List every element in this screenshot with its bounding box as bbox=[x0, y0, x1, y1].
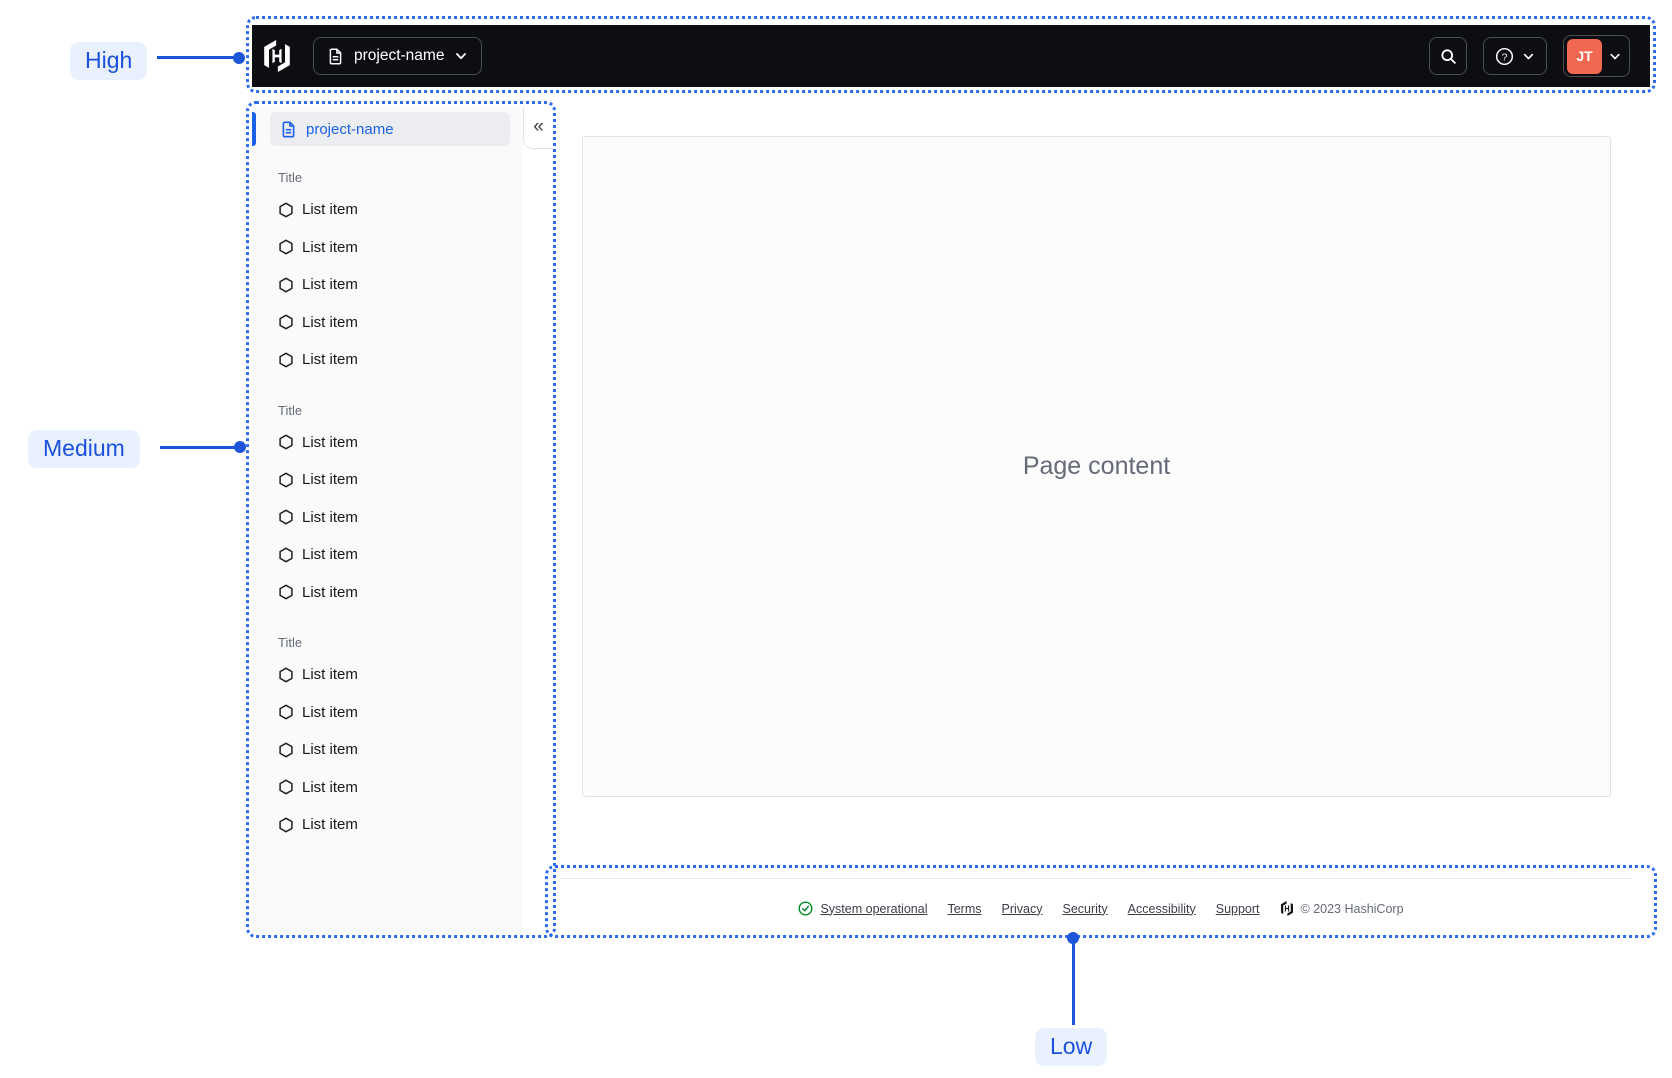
check-circle-icon bbox=[798, 901, 813, 916]
user-avatar: JT bbox=[1567, 38, 1602, 74]
sidebar-item[interactable]: List item bbox=[278, 304, 513, 342]
sidebar-item-label: List item bbox=[302, 666, 358, 684]
sidebar-section-title: Title bbox=[278, 402, 303, 418]
sidebar-item[interactable]: List item bbox=[278, 656, 513, 694]
sidebar-item-label: List item bbox=[302, 471, 358, 489]
hexagon-icon bbox=[279, 817, 293, 833]
navbar-right-group: ? JT bbox=[1429, 35, 1630, 77]
sidebar-item[interactable]: List item bbox=[278, 769, 513, 807]
footer-link[interactable]: Support bbox=[1216, 902, 1260, 916]
page-content-placeholder: Page content bbox=[582, 136, 1611, 797]
svg-text:?: ? bbox=[1502, 51, 1508, 63]
hexagon-icon bbox=[279, 202, 293, 218]
search-icon bbox=[1440, 48, 1456, 64]
hexagon-icon bbox=[279, 239, 293, 255]
sidebar-item[interactable]: List item bbox=[278, 806, 513, 844]
sidebar-item-label: List item bbox=[302, 276, 358, 294]
annotation-dot-high bbox=[233, 52, 245, 64]
sidebar-header: project-name bbox=[252, 107, 523, 146]
sidebar-item-label: List item bbox=[302, 546, 358, 564]
footer-copyright: © 2023 HashiCorp bbox=[1280, 901, 1404, 916]
status-link[interactable]: System operational bbox=[798, 901, 927, 916]
sidebar-item-label: List item bbox=[302, 433, 358, 451]
hexagon-icon bbox=[279, 547, 293, 563]
project-switcher-button[interactable]: project-name bbox=[313, 37, 483, 75]
chevron-down-icon bbox=[456, 53, 467, 60]
hashicorp-logo-icon bbox=[1280, 901, 1293, 916]
footer-link[interactable]: Privacy bbox=[1002, 902, 1043, 916]
hexagon-icon bbox=[279, 742, 293, 758]
annotation-connector-medium bbox=[160, 446, 238, 449]
hexagon-icon bbox=[279, 509, 293, 525]
annotation-connector-low bbox=[1072, 941, 1075, 1025]
sidebar-item[interactable]: List item bbox=[278, 341, 513, 379]
help-menu-button[interactable]: ? bbox=[1483, 37, 1547, 75]
hexagon-icon bbox=[279, 779, 293, 795]
status-label: System operational bbox=[820, 901, 928, 916]
sidebar-item[interactable]: List item bbox=[278, 229, 513, 267]
chevron-down-icon bbox=[1610, 53, 1620, 59]
search-button[interactable] bbox=[1429, 37, 1467, 75]
sidebar-item-label: List item bbox=[302, 201, 358, 219]
sidebar-nav: Title List item List item List item List ite… bbox=[252, 170, 523, 844]
sidebar-item-label: List item bbox=[302, 351, 358, 369]
page-content-label: Page content bbox=[1022, 452, 1171, 480]
sidebar-item[interactable]: List item bbox=[278, 731, 513, 769]
sidebar-item[interactable]: List item bbox=[278, 461, 513, 499]
user-menu-button[interactable]: JT bbox=[1563, 35, 1630, 77]
sidebar-collapse-button[interactable]: « bbox=[533, 117, 544, 139]
sidebar-item-label: List item bbox=[302, 238, 358, 256]
sidebar-item-label: List item bbox=[302, 816, 358, 834]
sidebar-project-label: project-name bbox=[306, 120, 394, 138]
hexagon-icon bbox=[279, 472, 293, 488]
hashicorp-logo-icon bbox=[264, 40, 290, 72]
hexagon-icon bbox=[279, 584, 293, 600]
annotation-connector-high bbox=[157, 56, 237, 59]
document-icon bbox=[329, 48, 342, 64]
annotation-dot-low bbox=[1067, 932, 1079, 944]
footer-links-row: System operational Terms Privacy Security A… bbox=[545, 879, 1657, 938]
footer-link[interactable]: Accessibility bbox=[1128, 902, 1196, 916]
hexagon-icon bbox=[279, 434, 293, 450]
sidebar-item[interactable]: List item bbox=[278, 574, 513, 612]
sidebar-section-title: Title bbox=[278, 170, 303, 185]
sidebar-item-label: List item bbox=[302, 703, 358, 721]
footer-link[interactable]: Terms bbox=[947, 902, 981, 916]
sidebar: project-name Title List item List item List… bbox=[252, 107, 523, 933]
annotation-dot-medium bbox=[234, 441, 246, 453]
annotation-label-low: Low bbox=[1035, 1028, 1108, 1066]
hexagon-icon bbox=[279, 314, 293, 330]
sidebar-item-label: List item bbox=[302, 583, 358, 601]
footer-link[interactable]: Security bbox=[1063, 902, 1108, 916]
active-item-indicator bbox=[252, 112, 256, 146]
sidebar-project-item[interactable]: project-name bbox=[270, 112, 510, 146]
annotation-label-high: High bbox=[70, 42, 148, 80]
sidebar-item-label: List item bbox=[302, 313, 358, 331]
annotation-label-medium: Medium bbox=[28, 430, 140, 468]
help-icon: ? bbox=[1495, 47, 1514, 65]
screenshot-canvas: project-name ? JT project-name Title Lis… bbox=[0, 0, 1672, 1078]
top-navbar: project-name ? JT bbox=[252, 25, 1650, 87]
hexagon-icon bbox=[279, 352, 293, 368]
hexagon-icon bbox=[279, 277, 293, 293]
sidebar-item[interactable]: List item bbox=[278, 536, 513, 574]
sidebar-item[interactable]: List item bbox=[278, 191, 513, 229]
hexagon-icon bbox=[279, 704, 293, 720]
sidebar-item-label: List item bbox=[302, 778, 358, 796]
sidebar-item-label: List item bbox=[302, 508, 358, 526]
sidebar-collapse-strip: « bbox=[523, 107, 553, 933]
project-switcher-label: project-name bbox=[354, 47, 445, 64]
sidebar-section-title: Title bbox=[278, 635, 303, 650]
sidebar-item[interactable]: List item bbox=[278, 424, 513, 462]
copyright-text: © 2023 HashiCorp bbox=[1300, 901, 1404, 916]
sidebar-item[interactable]: List item bbox=[278, 499, 513, 537]
sidebar-item-label: List item bbox=[302, 741, 358, 759]
hexagon-icon bbox=[279, 667, 293, 683]
chevron-down-icon bbox=[1523, 53, 1534, 59]
sidebar-item[interactable]: List item bbox=[278, 266, 513, 304]
footer: System operational Terms Privacy Security A… bbox=[545, 865, 1657, 938]
sidebar-collapse-tab: « bbox=[523, 107, 553, 149]
document-icon bbox=[282, 120, 295, 138]
sidebar-item[interactable]: List item bbox=[278, 694, 513, 732]
